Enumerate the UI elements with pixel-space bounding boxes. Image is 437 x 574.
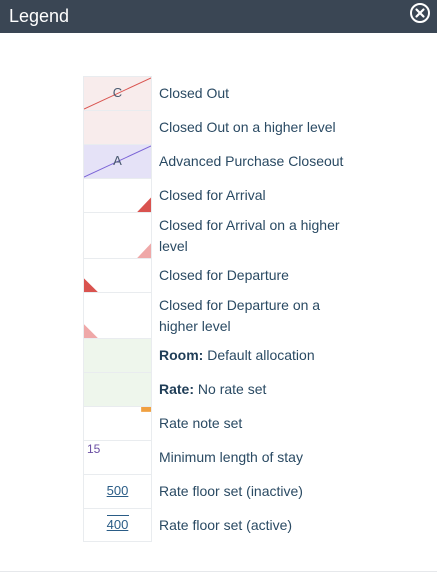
legend-row-rate-floor-active: 400 Rate floor set (active)	[83, 508, 360, 542]
rate-floor-active-overline	[107, 515, 129, 516]
divider	[0, 571, 437, 572]
legend-row-room-default: Room: Default allocation	[83, 338, 360, 373]
legend-label-text: Default allocation	[203, 347, 315, 363]
legend-label: Closed Out	[159, 85, 230, 101]
rate-floor-inactive-swatch: 500	[83, 474, 152, 509]
legend-label: Advanced Purchase Closeout	[159, 153, 344, 169]
room-default-swatch	[83, 338, 152, 373]
min-stay-swatch: 15	[83, 440, 152, 475]
legend-label-bold: Room:	[159, 347, 204, 363]
closed-departure-swatch	[83, 258, 152, 293]
rate-floor-value: 400	[106, 517, 129, 532]
legend-label: Closed Out on a higher level	[159, 119, 336, 135]
closed-out-swatch: C	[83, 76, 152, 111]
legend-row-closed-out-higher: Closed Out on a higher level	[83, 110, 360, 145]
legend-label: Closed for Departure	[159, 267, 289, 283]
legend-row-min-stay: 15 Minimum length of stay	[83, 440, 360, 475]
close-icon[interactable]	[409, 2, 431, 24]
legend-label: Closed for Arrival	[159, 187, 266, 203]
legend-label: Closed for Departure on a higher level	[159, 296, 321, 334]
closed-out-higher-swatch	[83, 110, 152, 145]
rate-floor-value: 500	[106, 483, 129, 498]
advanced-purchase-letter: A	[113, 153, 122, 168]
legend-label-bold: Rate:	[159, 381, 195, 397]
legend-row-closed-departure: Closed for Departure	[83, 258, 360, 293]
rate-none-swatch	[83, 372, 152, 407]
legend-label: Rate floor set (active)	[159, 516, 293, 533]
legend-label: Closed for Arrival on a higher level	[159, 216, 340, 254]
legend-row-closed-arrival: Closed for Arrival	[83, 178, 360, 213]
rate-floor-active-swatch: 400	[83, 508, 152, 542]
rate-note-swatch	[83, 406, 152, 441]
legend-row-closed-out: C Closed Out	[83, 76, 360, 111]
dialog-title: Legend	[9, 6, 70, 26]
legend-row-rate-floor-inactive: 500 Rate floor set (inactive)	[83, 474, 360, 509]
legend-label: Rate note set	[159, 415, 243, 431]
min-stay-value: 15	[87, 442, 101, 456]
legend-row-advanced-purchase: A Advanced Purchase Closeout	[83, 144, 360, 179]
dialog-header: Legend	[0, 0, 437, 33]
legend-row-rate-none: Rate: No rate set	[83, 372, 360, 407]
closed-departure-higher-swatch	[83, 292, 152, 339]
legend-row-closed-departure-higher: Closed for Departure on a higher level	[83, 292, 360, 339]
legend-label: Rate floor set (inactive)	[159, 483, 303, 499]
closed-arrival-swatch	[83, 178, 152, 213]
legend-label: Rate: No rate set	[152, 373, 360, 407]
legend-row-rate-note: Rate note set	[83, 406, 360, 441]
legend-table: C Closed Out Closed Out on a higher leve…	[83, 76, 360, 542]
closed-arrival-higher-swatch	[83, 212, 152, 259]
legend-label-text: No rate set	[194, 381, 267, 397]
closed-out-letter: C	[112, 85, 123, 100]
legend-row-closed-arrival-higher: Closed for Arrival on a higher level	[83, 212, 360, 259]
legend-label: Minimum length of stay	[159, 449, 303, 465]
advanced-purchase-swatch: A	[83, 144, 152, 179]
legend-label: Room: Default allocation	[152, 339, 360, 373]
